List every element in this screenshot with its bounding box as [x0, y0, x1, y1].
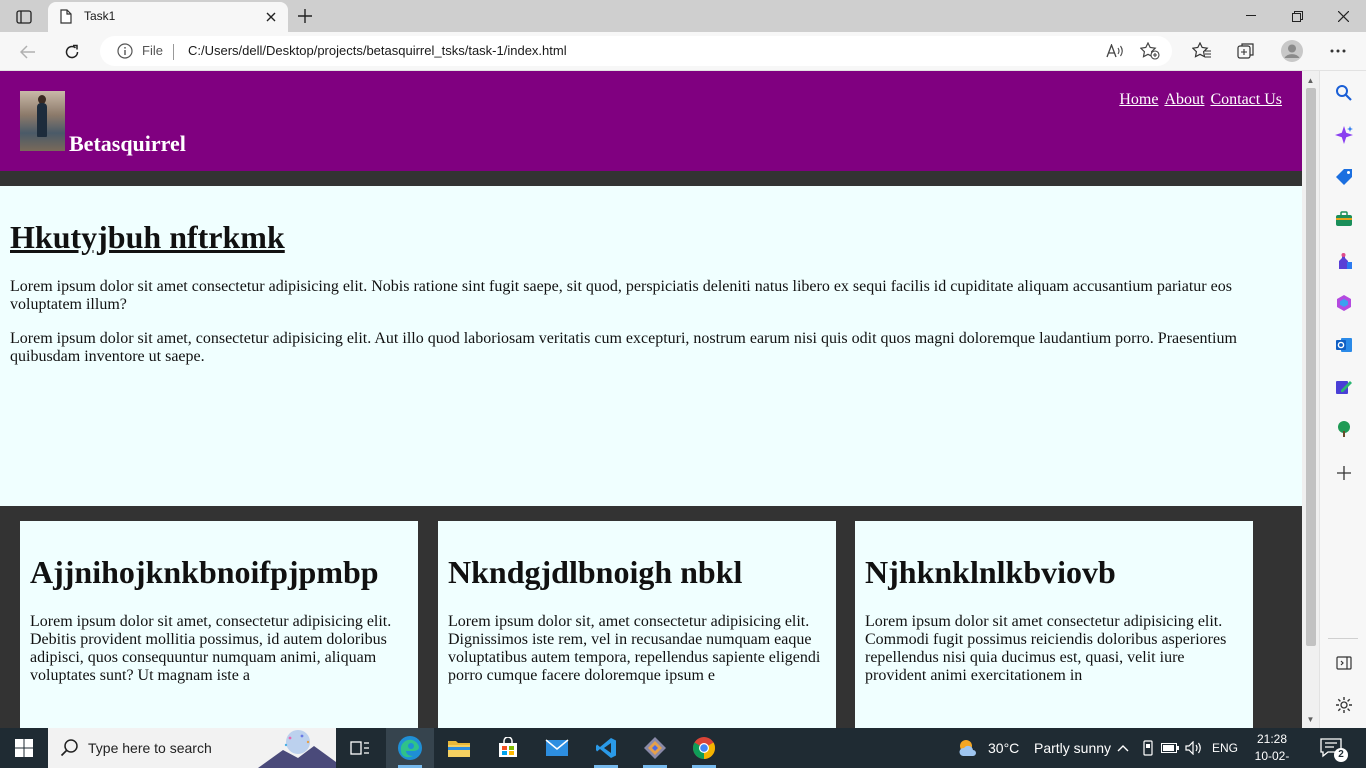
git-app-icon[interactable] [631, 728, 679, 768]
notification-count: 2 [1334, 748, 1348, 762]
volume-icon[interactable] [1184, 738, 1204, 758]
nav-about-link[interactable]: About [1164, 91, 1204, 108]
show-hidden-icons-icon[interactable] [1113, 738, 1133, 758]
meet-now-icon[interactable] [1138, 738, 1158, 758]
search-placeholder: Type here to search [88, 740, 212, 756]
address-divider [173, 44, 174, 60]
logo-photo [20, 91, 65, 151]
chrome-icon[interactable] [680, 728, 728, 768]
scheme-label: File [142, 43, 163, 58]
card-text: Lorem ipsum dolor sit, amet consectetur … [448, 613, 821, 684]
more-options-icon[interactable] [1326, 40, 1350, 62]
tools-icon[interactable] [1332, 207, 1356, 231]
minimize-icon[interactable] [1228, 4, 1274, 28]
taskbar-search-box[interactable]: Type here to search [48, 728, 336, 768]
clock-date: 10-02-2023 [1254, 749, 1290, 768]
favorites-icon[interactable] [1190, 40, 1214, 62]
browser-tab[interactable]: Task1 [48, 2, 288, 32]
address-bar[interactable]: File C:/Users/dell/Desktop/projects/beta… [100, 36, 1172, 66]
windows-start-icon[interactable] [0, 728, 48, 768]
hero-paragraph: Lorem ipsum dolor sit amet, consectetur … [10, 330, 1237, 365]
drop-icon[interactable] [1332, 375, 1356, 399]
page-viewport: Betasquirrel Home About Contact Us Hkuty… [0, 71, 1302, 728]
tab-title: Task1 [84, 9, 116, 23]
close-tab-icon[interactable] [262, 8, 280, 26]
tab-actions-icon[interactable] [10, 6, 38, 28]
tab-strip: Task1 [0, 0, 1366, 32]
url-text[interactable]: C:/Users/dell/Desktop/projects/betasquir… [188, 43, 567, 58]
card-heading: Ajjnihojknkbnoifpjpmbp [30, 554, 379, 590]
site-header: Betasquirrel Home About Contact Us [0, 71, 1302, 171]
scroll-up-icon[interactable]: ▲ [1302, 73, 1319, 87]
task-view-icon[interactable] [336, 728, 384, 768]
edge-taskbar-icon[interactable] [386, 728, 434, 768]
file-explorer-icon[interactable] [435, 728, 483, 768]
nav-contact-link[interactable]: Contact Us [1210, 91, 1282, 108]
copilot-icon[interactable] [1332, 123, 1356, 147]
nav-home-link[interactable]: Home [1119, 91, 1158, 108]
content-card: Njhknklnlkbviovb Lorem ipsum dolor sit a… [855, 521, 1253, 728]
search-icon [60, 738, 80, 763]
new-tab-icon[interactable] [292, 5, 318, 27]
close-window-icon[interactable] [1320, 4, 1366, 28]
hide-sidebar-icon[interactable] [1332, 651, 1356, 675]
site-nav: Home About Contact Us [1117, 91, 1282, 109]
read-aloud-icon[interactable] [1105, 42, 1125, 60]
weather-icon[interactable] [957, 737, 979, 759]
card-heading: Njhknklnlkbviovb [865, 554, 1116, 590]
outlook-icon[interactable] [1332, 333, 1356, 357]
settings-gear-icon[interactable] [1332, 693, 1356, 717]
refresh-icon[interactable] [58, 39, 86, 65]
profile-avatar-icon[interactable] [1280, 40, 1304, 62]
edge-sidebar [1319, 71, 1366, 728]
page-icon [60, 9, 72, 29]
hero-heading: Hkutyjbuh nftrkmk [10, 219, 285, 255]
windows-taskbar: Type here to search 30°C Partly sunny EN… [0, 728, 1366, 768]
clock[interactable]: 21:28 10-02-2023 [1250, 731, 1294, 768]
collections-icon[interactable] [1234, 40, 1258, 62]
add-sidebar-app-icon[interactable] [1332, 461, 1356, 485]
card-heading: Nkndgjdlbnoigh nbkl [448, 554, 743, 590]
card-text: Lorem ipsum dolor sit amet, consectetur … [30, 613, 392, 684]
microsoft-store-icon[interactable] [484, 728, 532, 768]
vscode-icon[interactable] [582, 728, 630, 768]
clock-time: 21:28 [1256, 732, 1288, 746]
browser-toolbar: File C:/Users/dell/Desktop/projects/beta… [0, 32, 1366, 71]
search-icon[interactable] [1332, 81, 1356, 105]
mail-icon[interactable] [533, 728, 581, 768]
shopping-tag-icon[interactable] [1332, 165, 1356, 189]
restore-icon[interactable] [1274, 4, 1320, 28]
language-indicator[interactable]: ENG [1212, 741, 1238, 755]
scroll-down-icon[interactable]: ▼ [1302, 712, 1319, 726]
content-card: Ajjnihojknkbnoifpjpmbp Lorem ipsum dolor… [20, 521, 418, 728]
weather-description[interactable]: Partly sunny [1034, 740, 1111, 756]
notifications-icon[interactable]: 2 [1320, 736, 1348, 762]
tree-icon[interactable] [1332, 417, 1356, 441]
hero-paragraph: Lorem ipsum dolor sit amet consectetur a… [10, 278, 1232, 313]
microsoft-365-icon[interactable] [1332, 291, 1356, 315]
content-card: Nkndgjdlbnoigh nbkl Lorem ipsum dolor si… [438, 521, 836, 728]
page-scrollbar[interactable]: ▲ ▼ [1302, 71, 1319, 728]
hero-section: Hkutyjbuh nftrkmk Lorem ipsum dolor sit … [0, 186, 1302, 506]
add-favorite-icon[interactable] [1140, 42, 1160, 60]
site-title: Betasquirrel [69, 131, 186, 156]
info-icon[interactable] [117, 43, 133, 64]
scroll-thumb[interactable] [1306, 88, 1316, 646]
battery-icon[interactable] [1160, 738, 1180, 758]
card-text: Lorem ipsum dolor sit amet consectetur a… [865, 613, 1227, 684]
games-icon[interactable] [1332, 249, 1356, 273]
search-highlight-illustration [258, 728, 336, 768]
weather-temperature[interactable]: 30°C [988, 740, 1019, 756]
sidebar-divider [1328, 638, 1358, 639]
back-icon[interactable] [14, 39, 42, 65]
